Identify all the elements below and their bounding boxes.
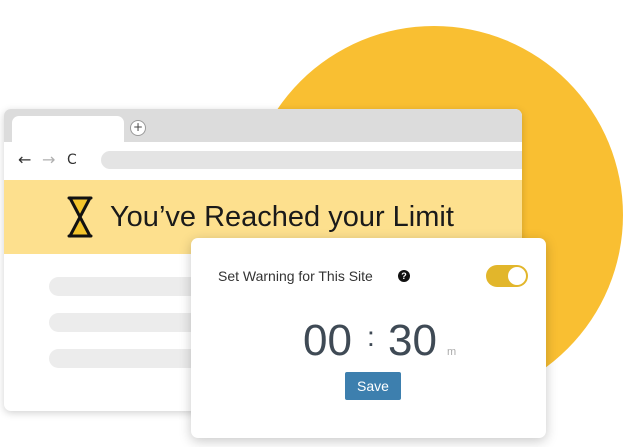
time-separator: :	[367, 321, 375, 352]
browser-toolbar: ← → C	[4, 142, 522, 180]
banner-title: You’ve Reached your Limit	[110, 201, 454, 233]
save-button[interactable]: Save	[345, 372, 401, 400]
time-unit-label: m	[447, 346, 457, 358]
reload-icon[interactable]: C	[67, 151, 77, 169]
help-icon[interactable]: ?	[398, 270, 410, 282]
time-hours[interactable]: 00	[303, 316, 352, 366]
warning-label: Set Warning for This Site	[218, 268, 373, 284]
warning-toggle[interactable]	[486, 265, 528, 287]
new-tab-button[interactable]: +	[130, 120, 146, 136]
tab-bar: +	[4, 109, 522, 142]
browser-tab[interactable]	[12, 116, 124, 142]
warning-settings-card: Set Warning for This Site ? 00 : 30 m Sa…	[191, 238, 546, 438]
hourglass-icon	[67, 196, 93, 238]
address-bar[interactable]	[101, 151, 522, 169]
back-arrow-icon[interactable]: ←	[18, 151, 31, 169]
toggle-knob	[508, 267, 526, 285]
time-minutes[interactable]: 30	[388, 316, 437, 366]
forward-arrow-icon[interactable]: →	[42, 151, 55, 169]
